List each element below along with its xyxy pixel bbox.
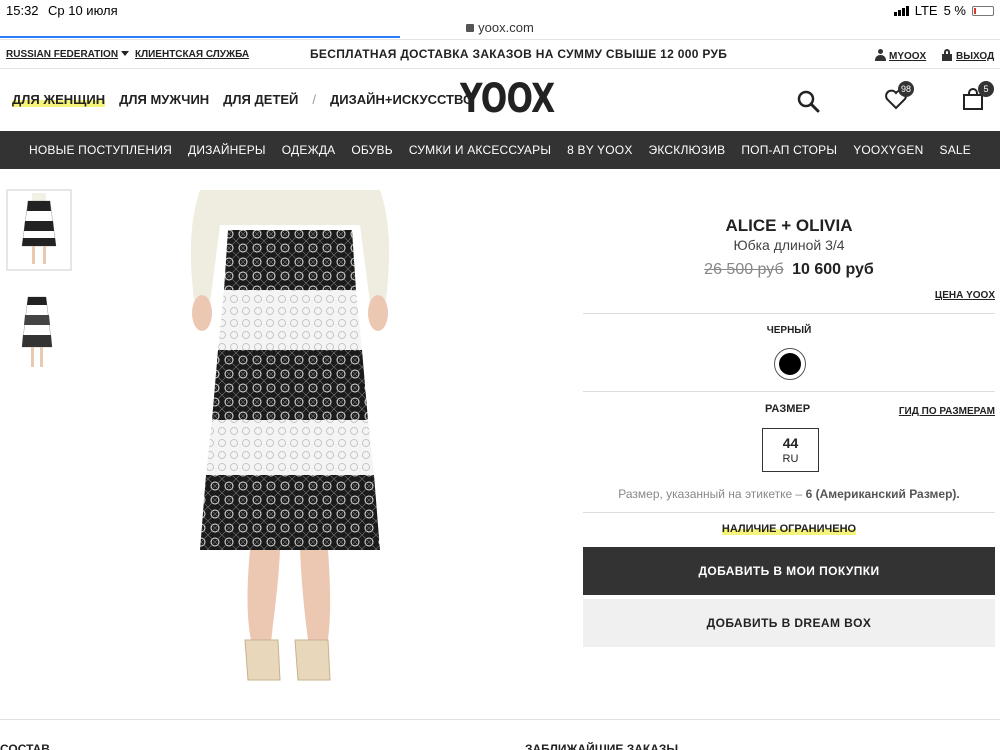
category-design-art[interactable]: ДИЗАЙН+ИСКУССТВО	[330, 92, 473, 107]
main-navigation: НОВЫЕ ПОСТУПЛЕНИЯ ДИЗАЙНЕРЫ ОДЕЖДА ОБУВЬ…	[0, 131, 1000, 169]
add-to-cart-button[interactable]: ДОБАВИТЬ В МОИ ПОКУПКИ	[583, 547, 995, 595]
network-type: LTE	[914, 3, 938, 18]
nav-popup-stores[interactable]: ПОП-АП СТОРЫ	[741, 143, 837, 157]
nav-clothing[interactable]: ОДЕЖДА	[282, 143, 336, 157]
availability-status: НАЛИЧИЕ ОГРАНИЧЕНО	[721, 523, 857, 535]
nav-shoes[interactable]: ОБУВЬ	[351, 143, 392, 157]
logout-link[interactable]: ВЫХОД	[942, 49, 994, 62]
skirt-thumbnail-image	[21, 296, 53, 367]
divider	[583, 391, 995, 392]
battery-percent: 5 %	[943, 3, 966, 18]
url-text: yoox.com	[478, 20, 534, 35]
nav-bags-accessories[interactable]: СУМКИ И АКСЕССУАРЫ	[409, 143, 551, 157]
product-main-image[interactable]	[180, 185, 400, 685]
thumbnail-front[interactable]	[6, 189, 72, 271]
page-load-progress	[0, 36, 400, 38]
nav-yooxygen[interactable]: YOOXYGEN	[853, 143, 923, 157]
add-to-dream-box-button[interactable]: ДОБАВИТЬ В DREAM BOX	[583, 599, 995, 647]
lock-icon	[942, 49, 952, 61]
date: Ср 10 июля	[48, 3, 118, 18]
product-brand[interactable]: ALICE + OLIVIA	[583, 216, 995, 236]
gender-categories: ДЛЯ ЖЕНЩИН ДЛЯ МУЖЧИН ДЛЯ ДЕТЕЙ / ДИЗАЙН…	[12, 92, 473, 107]
site-header: ДЛЯ ЖЕНЩИН ДЛЯ МУЖЧИН ДЛЯ ДЕТЕЙ / ДИЗАЙН…	[0, 70, 1000, 130]
color-swatch-black[interactable]	[774, 348, 806, 380]
divider	[583, 313, 995, 314]
cart-button[interactable]: 5	[962, 81, 994, 114]
nav-8-by-yoox[interactable]: 8 BY YOOX	[567, 143, 632, 157]
category-men[interactable]: ДЛЯ МУЖЧИН	[119, 92, 209, 107]
myoox-link[interactable]: MYOOX	[875, 49, 926, 62]
battery-icon	[972, 5, 994, 16]
region-selector[interactable]: RUSSIAN FEDERATION	[6, 49, 130, 60]
product-price: 26 500 руб 10 600 руб	[583, 261, 995, 279]
clock: 15:32	[6, 3, 39, 18]
utility-bar: RUSSIAN FEDERATION КЛИЕНТСКАЯ СЛУЖБА БЕС…	[0, 39, 1000, 69]
product-type: Юбка длиной 3/4	[733, 237, 845, 253]
size-guide-link[interactable]: ГИД ПО РАЗМЕРАМ	[899, 406, 995, 417]
user-icon	[875, 49, 886, 61]
divider	[0, 719, 1000, 720]
divider	[583, 512, 995, 513]
lock-icon	[466, 24, 475, 32]
nav-designers[interactable]: ДИЗАЙНЕРЫ	[188, 143, 266, 157]
status-bar: 15:32 Ср 10 июля LTE 5 %	[0, 0, 1000, 20]
thumbnail-back[interactable]	[6, 293, 72, 375]
customer-service-link[interactable]: КЛИЕНТСКАЯ СЛУЖБА	[135, 49, 249, 60]
promo-banner: БЕСПЛАТНАЯ ДОСТАВКА ЗАКАЗОВ НА СУММУ СВЫ…	[310, 47, 728, 61]
size-option-44[interactable]: 44 RU	[762, 428, 819, 472]
current-price: 10 600 руб	[792, 261, 874, 278]
category-kids[interactable]: ДЛЯ ДЕТЕЙ	[223, 92, 298, 107]
signal-icon	[893, 5, 909, 16]
size-value: 44	[782, 435, 799, 451]
cart-count-badge: 5	[978, 81, 994, 97]
old-price: 26 500 руб	[704, 261, 784, 278]
nav-new-arrivals[interactable]: НОВЫЕ ПОСТУПЛЕНИЯ	[29, 143, 172, 157]
skirt-thumbnail-image	[21, 193, 57, 264]
chevron-down-icon	[121, 51, 130, 56]
search-icon[interactable]	[796, 89, 820, 113]
category-separator: /	[312, 92, 317, 107]
section-heading: ЗАБЛИЖАЙШИЕ ЗАКАЗЫ	[525, 742, 679, 750]
size-note: Размер, указанный на этикетке – 6 (Амери…	[618, 487, 960, 501]
nav-sale[interactable]: SALE	[939, 143, 971, 157]
color-name: ЧЕРНЫЙ	[766, 325, 812, 336]
wishlist-count-badge: 98	[898, 81, 915, 97]
size-label: РАЗМЕР	[765, 403, 811, 415]
nav-exclusive[interactable]: ЭКСКЛЮЗИВ	[649, 143, 726, 157]
composition-heading: СОСТАВ	[0, 742, 50, 750]
wishlist-button[interactable]: 98	[884, 81, 915, 114]
yoox-price-link[interactable]: ЦЕНА YOOX	[935, 290, 995, 301]
size-region: RU	[782, 453, 799, 465]
status-indicators: LTE 5 %	[893, 3, 994, 18]
category-women[interactable]: ДЛЯ ЖЕНЩИН	[12, 92, 106, 107]
yoox-logo[interactable]: YOOX	[460, 76, 555, 122]
